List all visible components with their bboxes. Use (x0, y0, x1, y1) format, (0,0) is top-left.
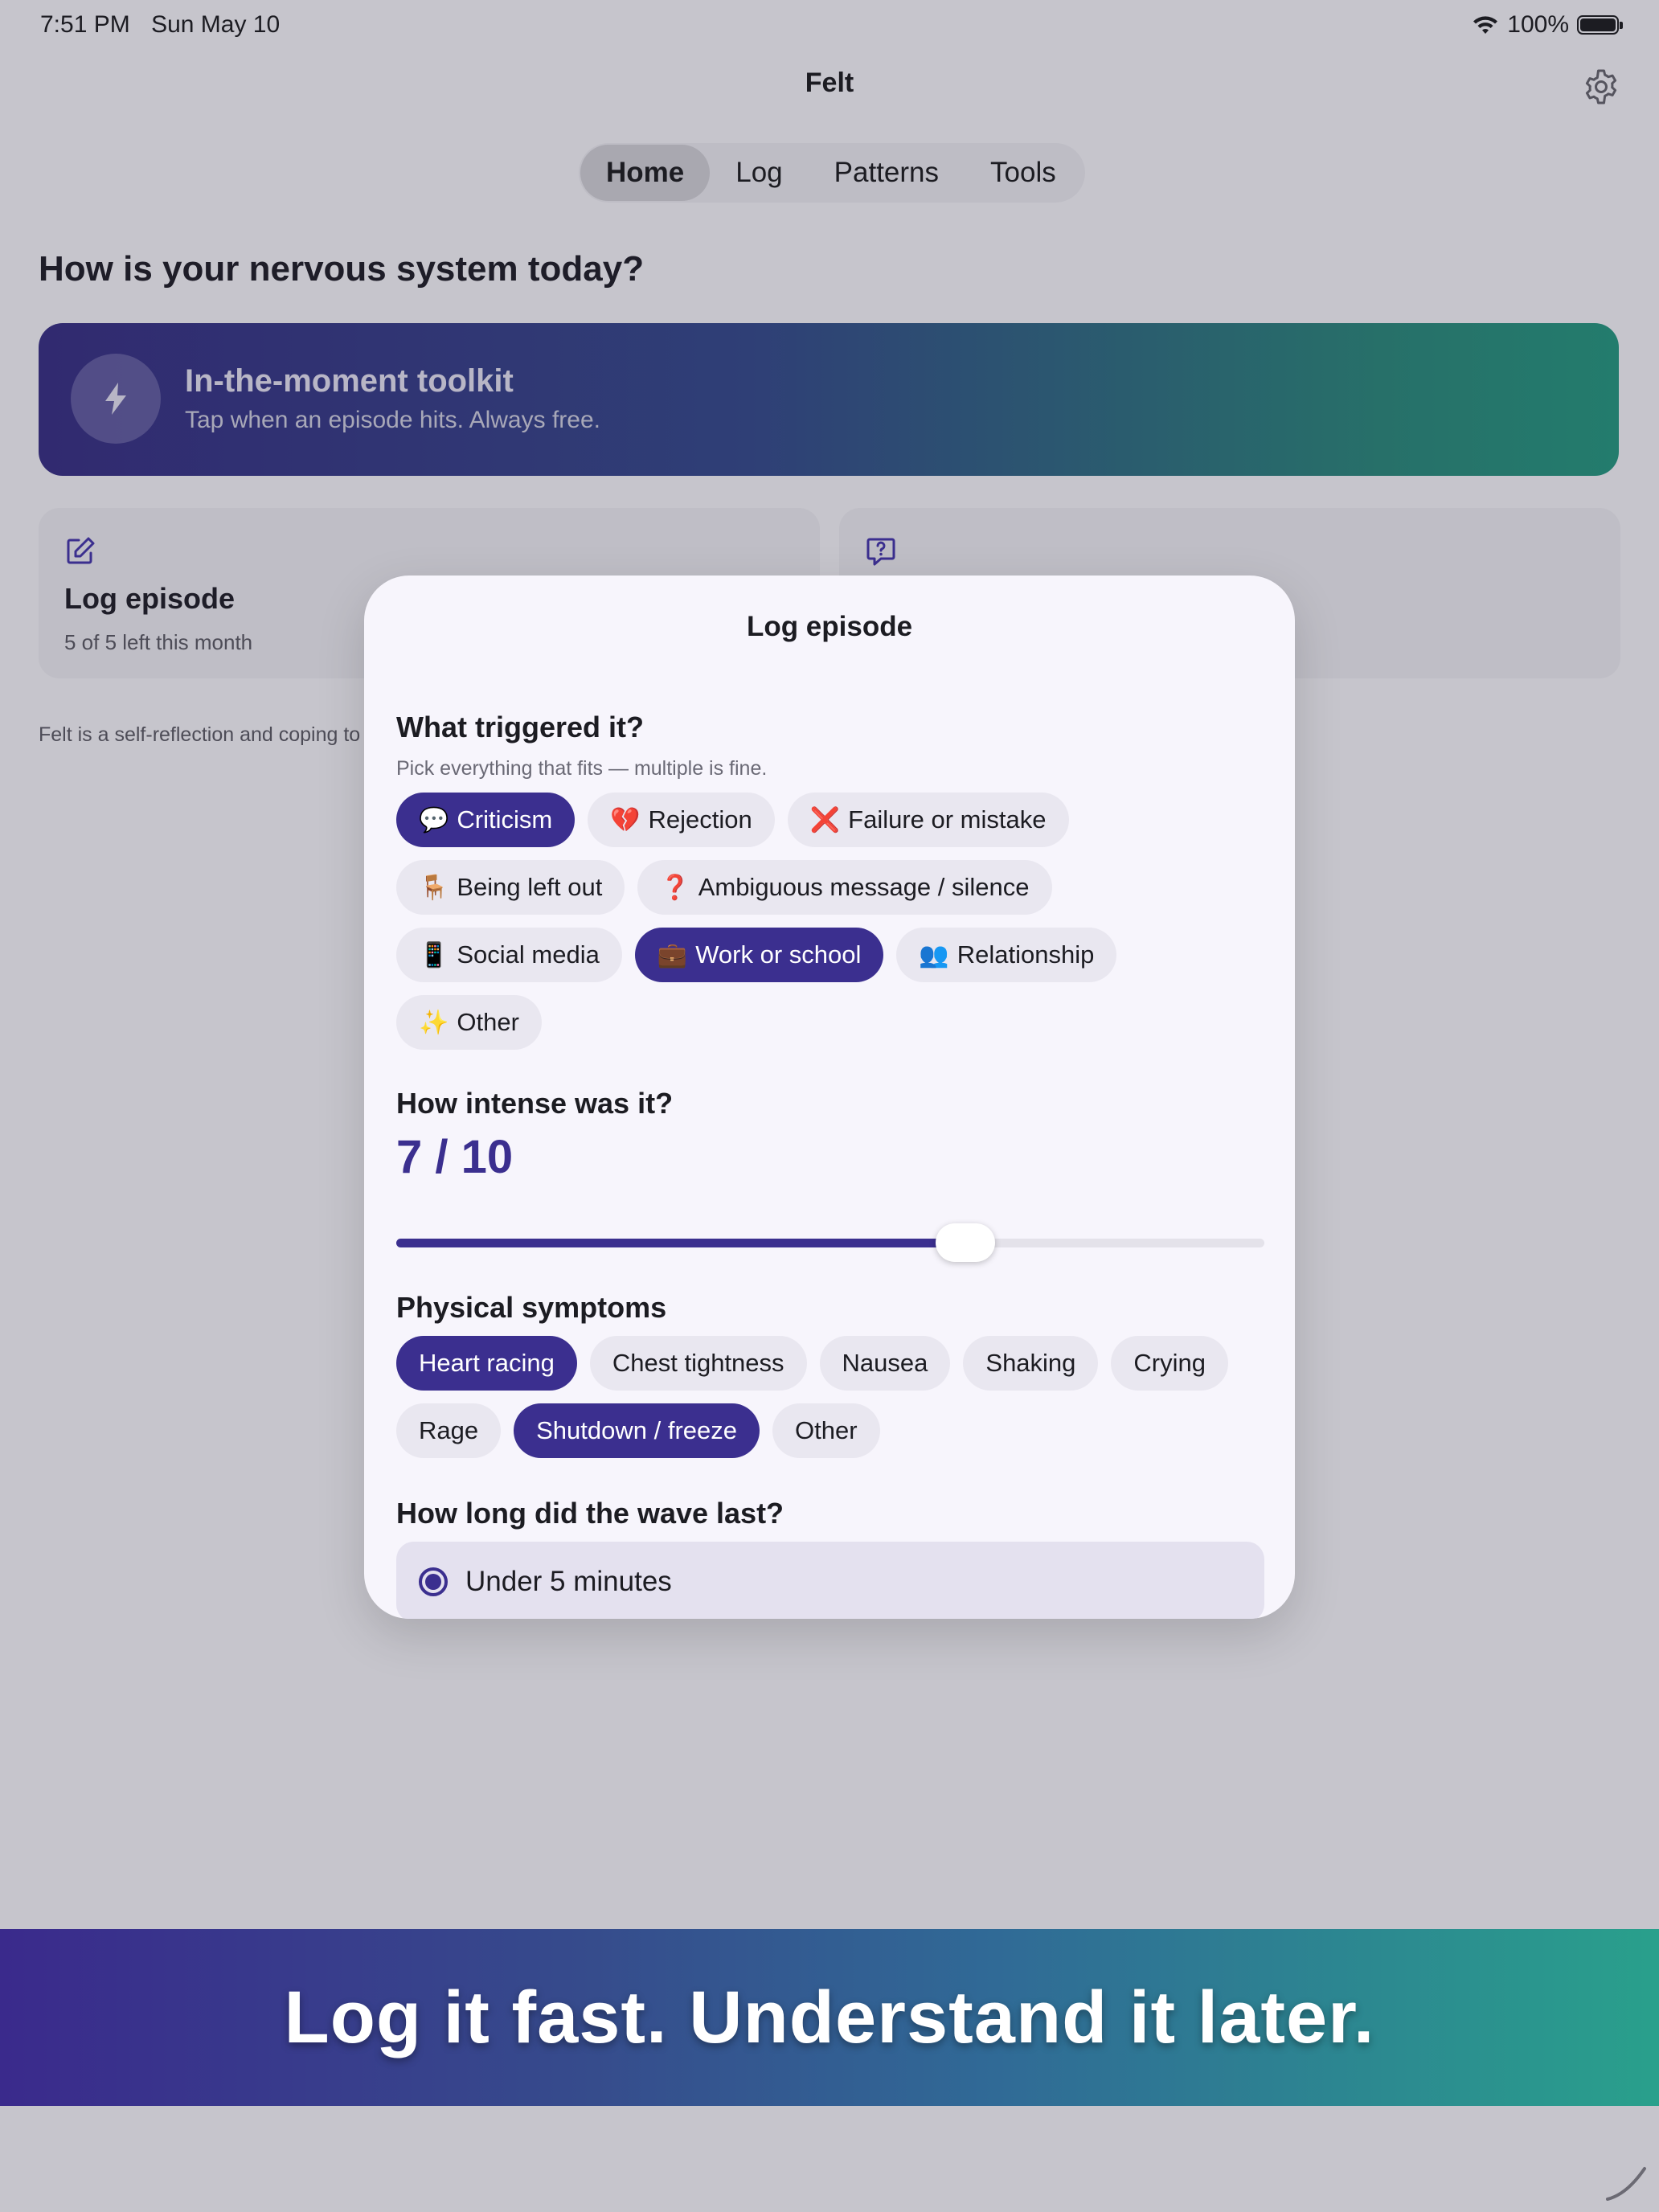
trigger-chip-ambiguous[interactable]: ❓ Ambiguous message / silence (637, 860, 1052, 915)
chip-label: Social media (457, 940, 600, 969)
symptom-chip-heart-racing[interactable]: Heart racing (396, 1336, 577, 1391)
lightning-icon (105, 383, 126, 415)
trigger-chip-other[interactable]: ✨ Other (396, 995, 542, 1050)
radio-selected-icon (419, 1567, 448, 1596)
trigger-chip-social-media[interactable]: 📱 Social media (396, 928, 622, 982)
log-card-title: Log episode (64, 582, 236, 615)
intensity-label: How intense was it? (396, 1087, 674, 1120)
toolkit-subtitle: Tap when an episode hits. Always free. (185, 407, 600, 433)
symptom-chips: Heart racing Chest tightness Nausea Shak… (396, 1336, 1264, 1458)
broken-heart-icon: 💔 (610, 806, 641, 834)
log-episode-modal: Log episode What triggered it? Pick ever… (364, 576, 1295, 1619)
chip-label: Relationship (956, 940, 1095, 969)
duration-option-label: Under 5 minutes (465, 1566, 672, 1597)
modal-title: Log episode (746, 611, 913, 642)
status-date: Sun May 10 (151, 11, 281, 38)
tab-log[interactable]: Log (710, 145, 808, 201)
chip-label: Rejection (648, 805, 752, 834)
symptom-chip-other[interactable]: Other (772, 1403, 880, 1458)
home-heading: How is your nervous system today? (39, 249, 645, 289)
trigger-chip-rejection[interactable]: 💔 Rejection (588, 793, 775, 847)
symptoms-label: Physical symptoms (396, 1291, 667, 1324)
triggers-label: What triggered it? (396, 711, 644, 743)
symptom-chip-shaking[interactable]: Shaking (963, 1336, 1099, 1391)
log-card-subtitle: 5 of 5 left this month (64, 630, 253, 654)
cross-mark-icon: ❌ (809, 806, 841, 834)
symptom-chip-chest-tightness[interactable]: Chest tightness (589, 1336, 807, 1391)
status-left: 7:51 PM Sun May 10 (40, 11, 294, 39)
phone-icon: 📱 (419, 941, 449, 969)
duration-label: How long did the wave last? (396, 1497, 784, 1530)
status-time: 7:51 PM (40, 11, 130, 38)
symptom-chip-shutdown[interactable]: Shutdown / freeze (514, 1403, 760, 1458)
status-bar: 7:51 PM Sun May 10 100% (0, 0, 1659, 51)
symptom-chip-rage[interactable]: Rage (396, 1403, 502, 1458)
duration-option-under-5[interactable]: Under 5 minutes (396, 1542, 1264, 1619)
slider-fill (396, 1239, 965, 1247)
tab-tools[interactable]: Tools (965, 145, 1082, 201)
people-icon: 👥 (919, 941, 949, 969)
toolkit-card[interactable]: In-the-moment toolkit Tap when an episod… (39, 323, 1619, 476)
triggers-hint: Pick everything that fits — multiple is … (396, 757, 768, 780)
tab-patterns[interactable]: Patterns (809, 145, 965, 201)
trigger-chip-relationship[interactable]: 👥 Relationship (896, 928, 1117, 982)
segmented-tabs: Home Log Patterns Tools (579, 143, 1085, 203)
gear-icon (1585, 69, 1617, 104)
status-right: 100% (1472, 11, 1623, 39)
chip-label: Being left out (457, 873, 603, 901)
trigger-chip-criticism[interactable]: 💬 Criticism (396, 793, 576, 847)
trigger-chip-failure[interactable]: ❌ Failure or mistake (787, 793, 1069, 847)
sparkles-icon: ✨ (419, 1009, 449, 1036)
battery-icon (1577, 15, 1623, 35)
chip-label: Other (457, 1008, 519, 1036)
trigger-chip-work-school[interactable]: 💼 Work or school (634, 928, 884, 982)
app-title: Felt (805, 68, 854, 98)
banner-text: Log it fast. Understand it later. (284, 1976, 1375, 2058)
intensity-slider[interactable] (396, 1220, 1264, 1265)
trigger-chips: 💬 Criticism 💔 Rejection ❌ Failure or mistak… (396, 793, 1264, 1050)
promo-banner: Log it fast. Understand it later. (0, 1929, 1659, 2106)
question-mark-icon: ❓ (660, 874, 690, 901)
symptom-chip-crying[interactable]: Crying (1111, 1336, 1229, 1391)
settings-button[interactable] (1579, 64, 1624, 109)
question-bubble-icon (866, 538, 895, 566)
trigger-chip-left-out[interactable]: 🪑 Being left out (396, 860, 625, 915)
edit-icon (67, 537, 95, 564)
chip-label: Criticism (457, 805, 553, 834)
disclaimer-text: Felt is a self-reflection and coping to (39, 723, 361, 746)
slider-thumb[interactable] (935, 1223, 995, 1262)
intensity-value: 7 / 10 (396, 1131, 514, 1183)
wifi-icon (1473, 16, 1498, 34)
speech-bubble-icon: 💬 (419, 806, 449, 834)
chip-label: Failure or mistake (848, 805, 1047, 834)
tab-home[interactable]: Home (580, 145, 711, 201)
chip-label: Work or school (695, 940, 862, 969)
resize-handle-icon (1606, 2167, 1646, 2201)
symptom-chip-nausea[interactable]: Nausea (819, 1336, 951, 1391)
battery-percent: 100% (1507, 11, 1569, 38)
toolkit-title: In-the-moment toolkit (185, 363, 514, 399)
slider-track (396, 1239, 1264, 1247)
chair-icon: 🪑 (419, 874, 449, 901)
briefcase-icon: 💼 (657, 941, 688, 969)
toolkit-icon-circle (71, 354, 161, 444)
chip-label: Ambiguous message / silence (698, 873, 1030, 901)
